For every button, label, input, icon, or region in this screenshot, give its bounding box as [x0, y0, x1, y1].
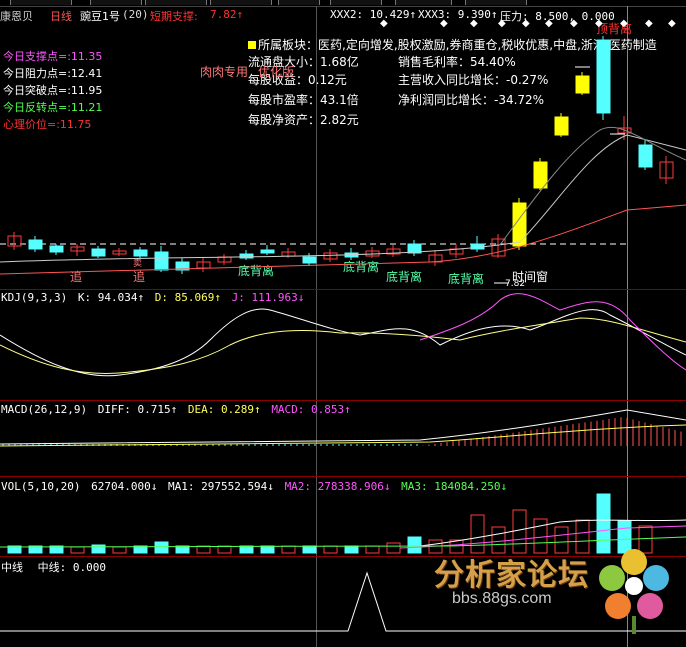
candle-body [49, 245, 64, 253]
signal-marker-icon: ◆ [470, 18, 478, 29]
candle-body [554, 116, 569, 136]
volume-bar [70, 546, 85, 554]
volume-bar [91, 544, 106, 554]
kdj-k-line [0, 308, 686, 377]
volume-bar [217, 545, 232, 554]
flower-logo-icon [599, 549, 669, 634]
volume-bar [260, 545, 275, 554]
candle-body [302, 256, 317, 264]
candle-body [638, 144, 653, 168]
signal-marker-icon: ◆ [620, 18, 628, 29]
signal-marker-icon: ◆ [522, 18, 530, 29]
watermark-url: bbs.88gs.com [452, 590, 552, 607]
volume-bar [407, 536, 422, 554]
signal-marker-icon: ◆ [440, 18, 448, 29]
macd-diff-line [0, 409, 686, 445]
volume-bar [154, 541, 169, 554]
signal-marker-icon: ◆ [380, 18, 388, 29]
signal-marker-icon: ◆ [668, 18, 676, 29]
kdj-d-line [0, 317, 686, 374]
volume-bar [302, 545, 317, 554]
candle-body [154, 251, 169, 271]
watermark-brand: 分析家论坛 [434, 558, 589, 593]
candle-body [575, 75, 590, 94]
stock-chart-window: { "header": { "stock_short": "康恩贝", "per… [0, 0, 686, 647]
kdj-j-line [419, 293, 686, 371]
volume-bar [596, 493, 611, 554]
signal-marker-icon: ◆ [595, 18, 603, 29]
candle-body [91, 248, 106, 257]
ma-line-3 [499, 126, 686, 246]
signal-marker-icon: ◆ [570, 18, 578, 29]
candle-body [133, 249, 148, 257]
candle-body [533, 161, 548, 189]
candle-body [260, 249, 275, 254]
volume-bar [239, 545, 254, 554]
candle-body [28, 239, 43, 250]
volume-bar [344, 545, 359, 554]
volume-bar [323, 545, 338, 554]
vol-ma2-line [399, 525, 686, 549]
volume-bar [365, 545, 380, 554]
ma-line-2 [0, 204, 686, 275]
volume-bar [281, 545, 296, 554]
watermark: 分析家论坛 bbs.88gs.com [432, 546, 686, 647]
signal-marker-icon: ◆ [645, 18, 653, 29]
volume-bar [112, 546, 127, 554]
signal-marker-icon: ◆ [498, 18, 506, 29]
ma-line-1 [0, 134, 686, 263]
volume-bar [386, 542, 401, 554]
signal-marker-icon: ◆ [545, 18, 553, 29]
candle-body [596, 39, 611, 114]
